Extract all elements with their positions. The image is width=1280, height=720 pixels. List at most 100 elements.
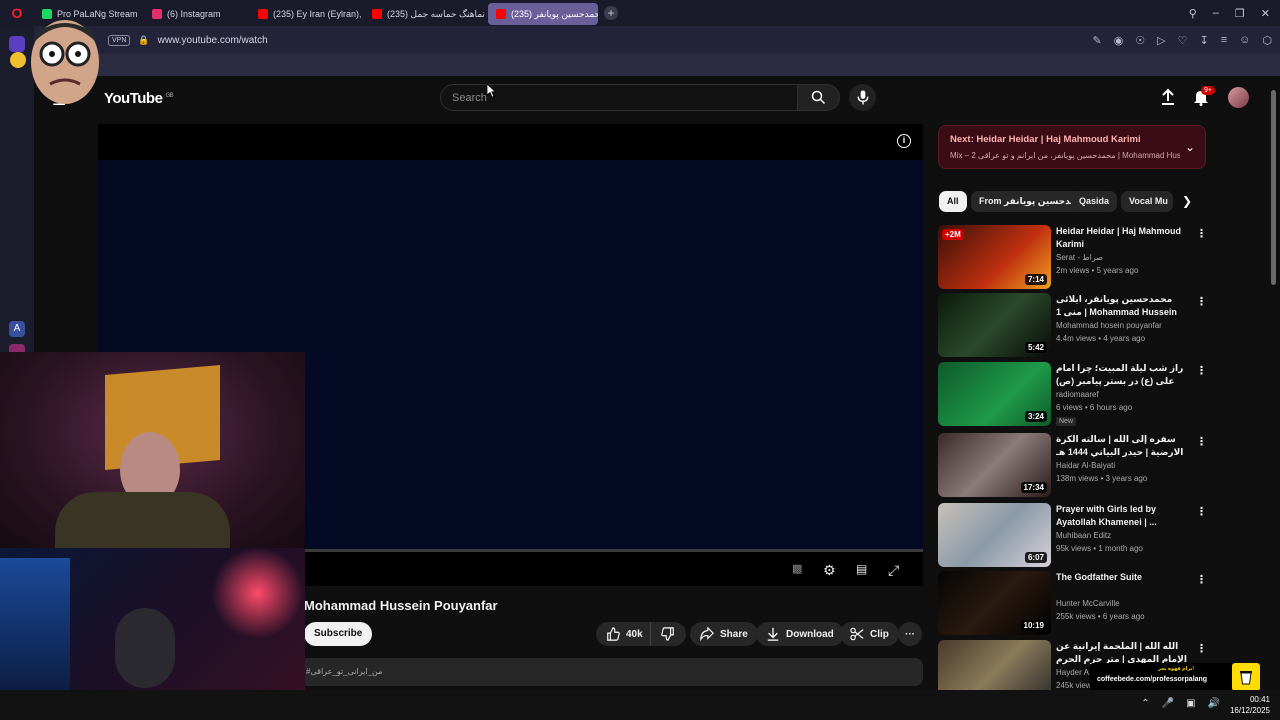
profile-icon[interactable]: ☺ bbox=[1239, 34, 1250, 46]
share-button[interactable]: Share bbox=[690, 622, 758, 646]
restore-button[interactable]: ❐ bbox=[1235, 7, 1245, 20]
kebab-menu-icon[interactable]: ⋮ bbox=[1196, 227, 1207, 240]
channel-name[interactable]: Haidar Al-Baiyati bbox=[1056, 461, 1115, 470]
page-scrollbar[interactable] bbox=[1271, 90, 1276, 285]
play-icon[interactable]: ▷ bbox=[1157, 34, 1165, 47]
chevron-down-icon[interactable]: ⌄ bbox=[1185, 140, 1195, 154]
video-thumbnail[interactable]: 6:07 bbox=[938, 503, 1051, 567]
channel-name[interactable]: Mohammad hosein pouyanfar bbox=[1056, 321, 1162, 330]
kebab-menu-icon[interactable]: ⋮ bbox=[1196, 573, 1207, 586]
chip-vocal-music[interactable]: Vocal Mu bbox=[1121, 191, 1173, 212]
youtube-header: ☰ YouTubeGB Search 9+ bbox=[34, 76, 1280, 120]
more-actions-button[interactable]: ··· bbox=[898, 622, 922, 646]
video-meta: 95k views • 1 month ago bbox=[1056, 544, 1143, 553]
kebab-menu-icon[interactable]: ⋮ bbox=[1196, 642, 1207, 655]
chip-all[interactable]: All bbox=[939, 191, 967, 212]
subtitles-icon[interactable]: ▩ bbox=[792, 562, 802, 575]
browser-tab[interactable]: (235) محمدحسین پویانفر، ... bbox=[488, 3, 598, 25]
voice-search-button[interactable] bbox=[849, 84, 876, 111]
edit-icon[interactable]: ✎ bbox=[1092, 34, 1101, 47]
pink-light bbox=[210, 548, 305, 638]
volume-icon[interactable]: 🔊 bbox=[1208, 698, 1220, 709]
video-thumbnail[interactable]: 10:19 bbox=[938, 571, 1051, 635]
recommendation-item[interactable]: 6:07 Prayer with Girls led by Ayatollah K… bbox=[938, 503, 1207, 567]
chevron-up-icon[interactable]: ⌃ bbox=[1141, 698, 1149, 709]
share-label: Share bbox=[720, 628, 748, 640]
kebab-menu-icon[interactable]: ⋮ bbox=[1196, 364, 1207, 377]
upload-icon[interactable] bbox=[1159, 88, 1177, 106]
fullscreen-icon[interactable]: ⤢ bbox=[888, 562, 899, 579]
channel-name[interactable]: Hayder A bbox=[1056, 668, 1089, 677]
promo-url: coffeebede.com/professorpalang bbox=[1097, 676, 1208, 683]
webcam-overlay-top bbox=[0, 352, 305, 548]
recommendation-title[interactable]: Heidar Heidar | Haj Mahmoud Karimi bbox=[1056, 225, 1188, 250]
clock-time: 00:41 bbox=[1249, 695, 1270, 704]
search-button[interactable] bbox=[798, 84, 840, 111]
streamer-shirt bbox=[55, 492, 230, 548]
clip-button[interactable]: Clip bbox=[840, 622, 899, 646]
video-thumbnail[interactable]: 3:24 bbox=[938, 362, 1051, 426]
theater-mode-icon[interactable]: ▤ bbox=[856, 562, 867, 576]
close-window-button[interactable]: ✕ bbox=[1261, 7, 1270, 20]
url-field[interactable]: www.youtube.com/watch bbox=[158, 35, 268, 46]
dislike-button[interactable] bbox=[650, 622, 686, 646]
account-avatar[interactable] bbox=[1228, 87, 1249, 108]
up-next-subtitle: Mix – محمدحسین پویانفر، من ایرانم و تو ع… bbox=[950, 151, 1180, 160]
browser-tab[interactable]: (235) Ey Iran (Eylran), ایران bbox=[250, 3, 364, 25]
recommendation-item[interactable]: 17:34 سفره إلى الله | سالته الكرة الارضية… bbox=[938, 433, 1207, 497]
thumbs-down-icon bbox=[661, 627, 674, 641]
new-tab-button[interactable]: + bbox=[604, 6, 618, 20]
clock[interactable]: 00:41 16/12/2025 bbox=[1230, 694, 1270, 716]
scissors-icon bbox=[850, 627, 864, 641]
download-icon[interactable]: ↧ bbox=[1200, 34, 1209, 47]
network-icon[interactable]: ▣ bbox=[1186, 698, 1195, 709]
browser-tab[interactable]: (235) نماهنگ حماسه جمل bbox=[364, 3, 488, 25]
recommendation-title[interactable]: Prayer with Girls led by Ayatollah Khame… bbox=[1056, 503, 1188, 528]
download-button[interactable]: Download bbox=[756, 622, 844, 646]
up-next-panel[interactable]: Next: Heidar Heidar | Haj Mahmoud Karimi… bbox=[938, 125, 1206, 169]
info-icon[interactable]: i bbox=[897, 134, 911, 148]
subscribe-button[interactable]: Subscribe bbox=[304, 622, 373, 646]
duration-badge: 10:19 bbox=[1020, 620, 1047, 631]
menu-icon[interactable]: ≡ bbox=[1221, 34, 1227, 46]
recommendation-title[interactable]: راز شب لیلة المبیت؛ چرا امام علی (ع) در … bbox=[1056, 362, 1188, 388]
microphone-tray-icon[interactable]: 🎤 bbox=[1162, 698, 1174, 709]
shield-icon[interactable]: ☉ bbox=[1135, 34, 1145, 47]
recommendation-title[interactable]: محمدحسین پویانفر، ایلائی منی 1 | Mohamma… bbox=[1056, 293, 1188, 319]
app-store-icon[interactable]: A bbox=[9, 321, 25, 337]
search-tabs-icon[interactable]: ⚲ bbox=[1189, 7, 1197, 20]
recommendation-item[interactable]: 5:42 محمدحسین پویانفر، ایلائی منی 1 | Moh… bbox=[938, 293, 1207, 357]
minimize-button[interactable]: – bbox=[1213, 7, 1219, 19]
channel-name[interactable]: Serat - صراط bbox=[1056, 253, 1103, 262]
chip-qasida[interactable]: Qasida bbox=[1071, 191, 1118, 212]
channel-name[interactable]: Muhibaan Editz bbox=[1056, 531, 1111, 540]
recommendation-title[interactable]: سفره إلى الله | سالته الكرة الارضية | حي… bbox=[1056, 433, 1188, 458]
kebab-menu-icon[interactable]: ⋮ bbox=[1196, 505, 1207, 518]
camera-icon[interactable]: ◉ bbox=[1114, 34, 1124, 47]
chevron-right-icon[interactable]: ❯ bbox=[1182, 194, 1192, 208]
recommendation-item[interactable]: +2M 7:14 Heidar Heidar | Haj Mahmoud Karim… bbox=[938, 225, 1207, 289]
video-thumbnail[interactable]: +2M 7:14 bbox=[938, 225, 1051, 289]
browser-tab[interactable]: (6) Instagram bbox=[144, 3, 250, 25]
lock-icon[interactable]: 🔒 bbox=[138, 35, 149, 46]
tab-label: (235) نماهنگ حماسه جمل bbox=[387, 8, 485, 19]
tab-label: (235) Ey Iran (Eylran), ایران bbox=[273, 8, 364, 19]
video-thumbnail[interactable]: 5:42 bbox=[938, 293, 1051, 357]
recommendation-title[interactable]: The Godfather Suite bbox=[1056, 571, 1188, 584]
recommendation-item[interactable]: 10:19 The Godfather Suite Hunter McCarvill… bbox=[938, 571, 1207, 635]
kebab-menu-icon[interactable]: ⋮ bbox=[1196, 435, 1207, 448]
channel-name[interactable]: radiomaaref bbox=[1056, 390, 1099, 399]
extensions-icon[interactable]: ⬡ bbox=[1262, 34, 1272, 47]
vpn-badge[interactable]: VPN bbox=[108, 34, 131, 46]
heart-icon[interactable]: ♡ bbox=[1178, 34, 1188, 47]
recommendation-item[interactable]: 3:24 راز شب لیلة المبیت؛ چرا امام علی (ع)… bbox=[938, 362, 1207, 426]
thumbs-up-icon bbox=[607, 627, 620, 641]
tab-favicon-icon bbox=[152, 9, 162, 19]
kebab-menu-icon[interactable]: ⋮ bbox=[1196, 295, 1207, 308]
settings-gear-icon[interactable]: ⚙ bbox=[823, 562, 836, 579]
youtube-logo[interactable]: YouTube GB bbox=[104, 90, 174, 107]
description-box[interactable]: #من_ایرانی_تو_عراقی bbox=[300, 658, 923, 686]
channel-name[interactable]: Hunter McCarville bbox=[1056, 599, 1120, 608]
system-tray: ⌃ 🎤 ▣ 🔊 bbox=[1141, 698, 1220, 709]
video-thumbnail[interactable]: 17:34 bbox=[938, 433, 1051, 497]
